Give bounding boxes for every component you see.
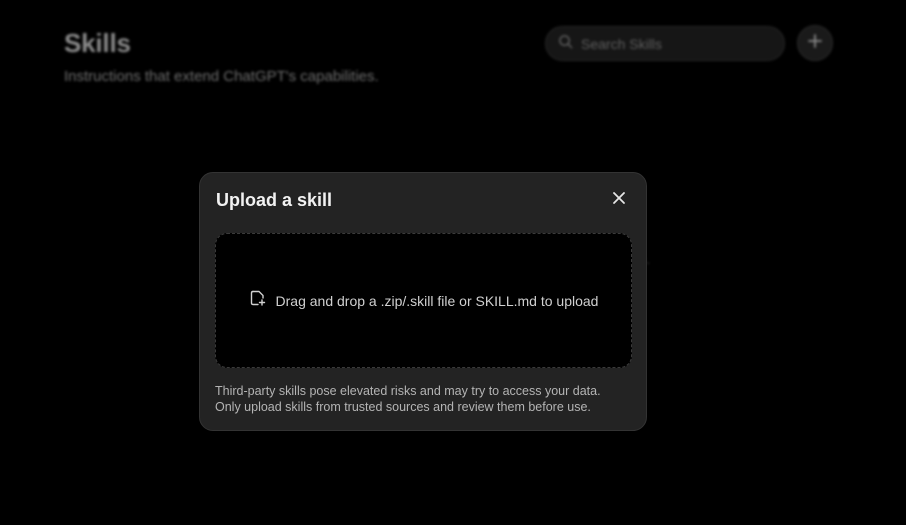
search-icon (558, 34, 573, 54)
page-subtitle: Instructions that extend ChatGPT's capab… (64, 68, 379, 85)
page-title: Skills (64, 28, 131, 58)
add-skill-button[interactable] (797, 25, 833, 61)
warning-line-1: Third-party skills pose elevated risks a… (215, 384, 601, 398)
close-icon (612, 191, 626, 210)
close-button[interactable] (608, 189, 630, 211)
plus-icon (806, 32, 824, 55)
search-placeholder: Search Skills (581, 35, 662, 52)
search-input[interactable]: Search Skills (545, 26, 785, 61)
security-warning: Third-party skills pose elevated risks a… (215, 383, 635, 415)
upload-skill-dialog: Upload a skill Drag and drop a .zip/.ski… (199, 172, 647, 431)
file-dropzone[interactable]: Drag and drop a .zip/.skill file or SKIL… (215, 233, 632, 368)
warning-line-2: Only upload skills from trusted sources … (215, 400, 591, 414)
dialog-title: Upload a skill (216, 190, 333, 210)
skills-page: Skills Instructions that extend ChatGPT'… (0, 0, 906, 525)
dropzone-text: Drag and drop a .zip/.skill file or SKIL… (275, 292, 599, 309)
dropzone-content: Drag and drop a .zip/.skill file or SKIL… (249, 289, 599, 312)
file-plus-icon (249, 289, 267, 312)
